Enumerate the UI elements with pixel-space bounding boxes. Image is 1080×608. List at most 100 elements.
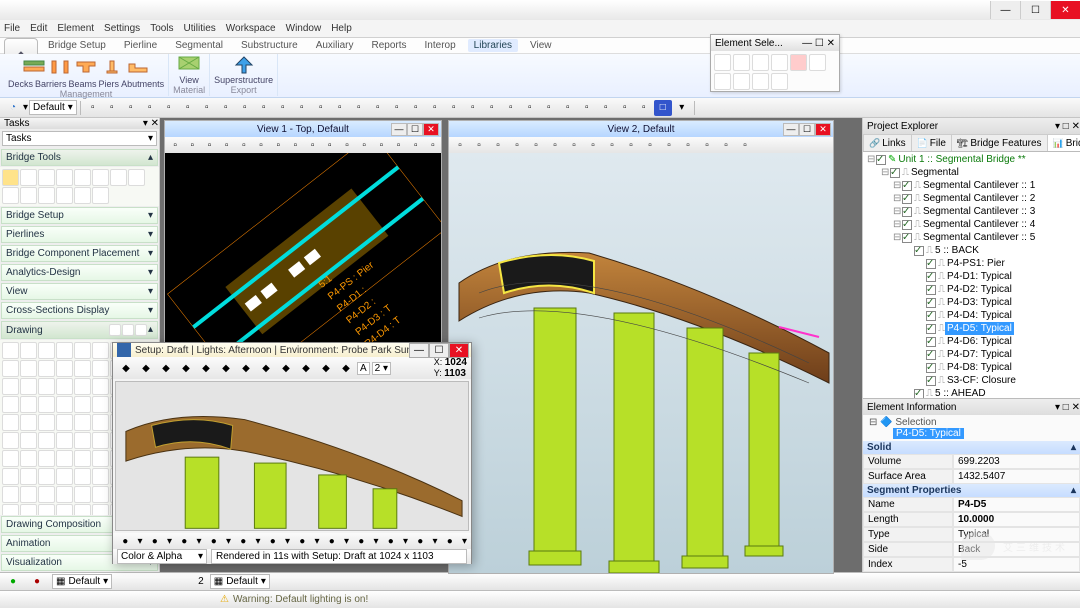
workflow-tab[interactable]: Substructure: [235, 39, 304, 52]
tool-button[interactable]: [74, 504, 91, 515]
tool-button[interactable]: [92, 468, 109, 485]
tool-icon[interactable]: ▫: [521, 100, 539, 116]
palette-tool[interactable]: [809, 54, 826, 71]
view-tool-icon[interactable]: ▫: [717, 137, 735, 153]
tree-node[interactable]: ⎍ P4-D3: Typical: [865, 296, 1078, 309]
tree-node[interactable]: ⊟⎍ Segmental Cantilever :: 4: [865, 218, 1078, 231]
tool-icon[interactable]: ▫: [426, 100, 444, 116]
tool-icon[interactable]: ▫: [559, 100, 577, 116]
view-tool-icon[interactable]: ▫: [322, 137, 338, 153]
tasks-dropdown[interactable]: Tasks▾: [2, 131, 157, 146]
explorer-tab-active[interactable]: 📊 Bridge Data: [1047, 134, 1080, 151]
tree-node[interactable]: ⊟⎍ Segmental Cantilever :: 5: [865, 231, 1078, 244]
decks-button[interactable]: [22, 55, 46, 79]
tool-icon[interactable]: ▫: [369, 100, 387, 116]
tool-button[interactable]: [56, 342, 73, 359]
view-min-icon[interactable]: —: [391, 123, 407, 136]
tool-button[interactable]: [74, 414, 91, 431]
task-section[interactable]: View▾: [1, 283, 158, 300]
palette-max-icon[interactable]: ☐: [815, 38, 824, 49]
tool-icon[interactable]: ▫: [236, 100, 254, 116]
menu-settings[interactable]: Settings: [104, 23, 140, 34]
view-tool-icon[interactable]: ▫: [373, 137, 389, 153]
tool-button[interactable]: [56, 432, 73, 449]
tool-icon[interactable]: ▫: [483, 100, 501, 116]
view-tool-icon[interactable]: ▫: [408, 137, 424, 153]
tool-button[interactable]: [20, 504, 37, 515]
tool-button[interactable]: [20, 378, 37, 395]
tree-node[interactable]: ⎍ P4-PS1: Pier: [865, 257, 1078, 270]
workflow-tab[interactable]: Auxiliary: [310, 39, 360, 52]
project-tree[interactable]: ⊟✎ Unit 1 :: Segmental Bridge **⊟⎍ Segme…: [863, 152, 1080, 398]
workflow-tab[interactable]: Segmental: [169, 39, 229, 52]
view-tool-icon[interactable]: ▫: [167, 137, 183, 153]
render-tool-icon[interactable]: ●: [294, 533, 310, 549]
tool-button[interactable]: [74, 342, 91, 359]
tool-button[interactable]: [110, 169, 127, 186]
tool-button[interactable]: [38, 504, 55, 515]
tool-button[interactable]: [38, 169, 55, 186]
menu-utilities[interactable]: Utilities: [184, 23, 216, 34]
view-tool-icon[interactable]: ▫: [201, 137, 217, 153]
status-icon[interactable]: ●: [28, 574, 46, 590]
view-tool-icon[interactable]: ▫: [287, 137, 303, 153]
view-tool-icon[interactable]: ▫: [660, 137, 678, 153]
tool-button[interactable]: [20, 396, 37, 413]
palette-tool[interactable]: [771, 73, 788, 90]
view-close-icon[interactable]: ✕: [423, 123, 439, 136]
render-tool-icon[interactable]: ●: [265, 533, 281, 549]
dropdown-icon[interactable]: ▾: [23, 102, 28, 113]
tool-button[interactable]: [56, 414, 73, 431]
view-tool-icon[interactable]: ▫: [736, 137, 754, 153]
tool-button[interactable]: [92, 504, 109, 515]
tool-button[interactable]: [38, 486, 55, 503]
tool-button[interactable]: [38, 378, 55, 395]
view-tool-icon[interactable]: ▫: [641, 137, 659, 153]
tool-button[interactable]: [92, 432, 109, 449]
render-max-icon[interactable]: ☐: [429, 343, 449, 358]
tool-icon[interactable]: ▫: [141, 100, 159, 116]
tool-button[interactable]: [38, 187, 55, 204]
tool-button[interactable]: [2, 187, 19, 204]
tool-button[interactable]: [20, 360, 37, 377]
tool-button[interactable]: [74, 450, 91, 467]
tool-button[interactable]: [2, 468, 19, 485]
tool-button[interactable]: [74, 396, 91, 413]
view-tool-icon[interactable]: ▫: [698, 137, 716, 153]
task-section[interactable]: Bridge Setup▾: [1, 207, 158, 224]
render-tool-icon[interactable]: ◆: [257, 360, 275, 376]
tool-button[interactable]: [92, 342, 109, 359]
view-tool-icon[interactable]: ▫: [356, 137, 372, 153]
tool-icon[interactable]: ▫: [160, 100, 178, 116]
palette-tool[interactable]: [733, 54, 750, 71]
tool-button[interactable]: [20, 169, 37, 186]
tree-node[interactable]: ⎍ P4-D7: Typical: [865, 348, 1078, 361]
render-tool-icon[interactable]: ◆: [137, 360, 155, 376]
tool-button[interactable]: [2, 360, 19, 377]
explorer-tab[interactable]: 📄 File: [911, 134, 952, 151]
tool-button[interactable]: [20, 432, 37, 449]
status-level-dropdown[interactable]: ▦Default▾: [52, 574, 112, 589]
workflow-tab[interactable]: Pierline: [118, 39, 163, 52]
view-min-icon[interactable]: —: [783, 123, 799, 136]
task-section[interactable]: Bridge Component Placement▾: [1, 245, 158, 262]
tool-icon[interactable]: ▫: [407, 100, 425, 116]
beams-button[interactable]: [74, 55, 98, 79]
view-tool-icon[interactable]: ▫: [236, 137, 252, 153]
render-tool-icon[interactable]: ●: [412, 533, 428, 549]
view2-viewport[interactable]: for(let i=0;i<30;i++)document.write(''): [449, 153, 833, 573]
tool-button[interactable]: [74, 486, 91, 503]
view-tool-icon[interactable]: ▫: [679, 137, 697, 153]
tool-icon[interactable]: ▫: [255, 100, 273, 116]
segment-group-header[interactable]: Segment Properties▴: [863, 484, 1080, 497]
tool-button[interactable]: [20, 468, 37, 485]
tree-node[interactable]: ⎍ P4-D1: Typical: [865, 270, 1078, 283]
view-tool-icon[interactable]: ▫: [219, 137, 235, 153]
tree-node[interactable]: ⎍ P4-D6: Typical: [865, 335, 1078, 348]
render-tool-icon[interactable]: ●: [235, 533, 251, 549]
view-tool-icon[interactable]: ▫: [603, 137, 621, 153]
view-tool-icon[interactable]: ▫: [546, 137, 564, 153]
tree-node[interactable]: ⊟⎍ Segmental: [865, 166, 1078, 179]
tool-button[interactable]: [2, 169, 19, 186]
tool-icon[interactable]: ▫: [217, 100, 235, 116]
